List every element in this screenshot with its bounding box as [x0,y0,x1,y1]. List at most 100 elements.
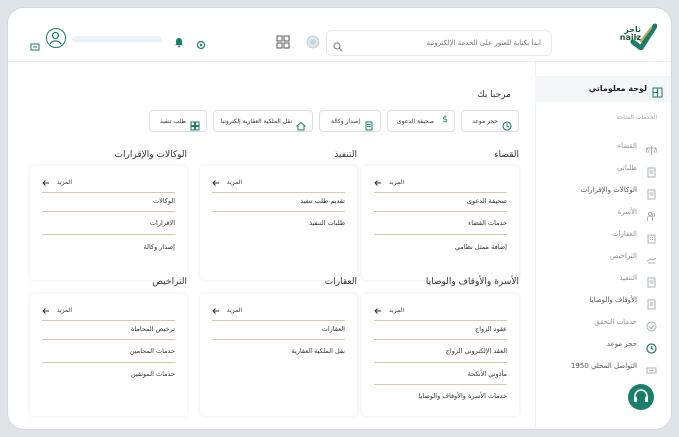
sidebar-section-label: الخدمات المتاحة [616,114,657,121]
card-item[interactable]: تقديم طلب تنفيذ [300,197,345,205]
section-title-licenses: التراخيص [152,277,187,287]
more-link[interactable]: المزيد [212,179,242,187]
card-licenses: المزيد ترخيص المحاماة خدمات المحامين خدم… [30,294,187,416]
card-item[interactable]: الإقرارات [150,219,175,227]
sidebar-item-real-estate[interactable]: العقارات [535,226,671,244]
quick-action-lawsuit[interactable]: $ صحيفة الدعوى [387,110,455,132]
sidebar-item-judiciary[interactable]: القضاء [535,138,671,156]
more-link[interactable]: المزيد [42,179,72,187]
divider [374,362,507,363]
grid-icon [190,116,200,135]
sidebar-item-verification[interactable]: خدمات التحقق [535,314,671,332]
arrow-left-icon [374,308,381,314]
quick-action-appointment[interactable]: حجز موعد [461,110,519,132]
section-title-judiciary: القضاء [494,150,519,160]
arrow-left-icon [374,180,381,186]
arrow-left-icon [42,308,49,314]
more-link[interactable]: المزيد [42,307,72,315]
more-label: المزيد [226,307,242,314]
sidebar-item-appointment[interactable]: حجز موعد [535,336,671,354]
more-link[interactable]: المزيد [374,179,404,187]
card-item[interactable]: مأذوني الأنكحة [468,370,507,378]
user-name-placeholder [72,36,162,42]
phone-icon [646,361,657,374]
apps-grid-icon[interactable] [276,34,290,53]
more-label: المزيد [388,179,404,186]
card-item[interactable]: صحيفة الدعوى [467,197,507,205]
card-execution: المزيد تقديم طلب تنفيذ طلبات التنفيذ [200,166,357,280]
section-title-execution: التنفيذ [334,150,357,160]
chat-support-button[interactable] [628,384,654,410]
arrow-left-icon [42,180,49,186]
building-icon [646,229,657,244]
headset-icon [634,389,648,402]
card-item[interactable]: خدمات القضاء [468,219,507,227]
divider [42,339,175,340]
sidebar: لوحة معلوماتي الخدمات المتاحة القضاء طلب… [535,62,671,429]
quick-action-property-transfer[interactable]: نقل الملكية العقارية إلكترونيا [213,110,313,132]
more-link[interactable]: المزيد [212,307,242,315]
avatar[interactable] [46,28,66,48]
card-item[interactable]: إصدار وكالة [144,243,175,251]
sidebar-item-endowments[interactable]: الأوقاف والوصايا [535,292,671,310]
dollar-icon: $ [442,115,448,125]
card-item[interactable]: نقل الملكية العقارية [291,347,345,355]
card-real-estate: المزيد العقارات نقل الملكية العقارية [200,294,357,416]
quick-action-execution-request[interactable]: طلب تنفيذ [149,110,207,132]
logout-icon[interactable] [30,36,40,55]
card-item[interactable]: ترخيص المحاماة [131,325,175,333]
more-label: المزيد [56,307,72,314]
quick-action-label: طلب تنفيذ [159,118,186,125]
more-link[interactable]: المزيد [374,307,404,315]
sidebar-item-licenses[interactable]: التراخيص [535,248,671,266]
search-input[interactable] [351,31,541,55]
card-item[interactable]: عقود الزواج [475,325,507,333]
quick-action-issue-agency[interactable]: إصدار وكالة [319,110,381,132]
card-item[interactable]: العقارات [322,325,345,333]
settings-icon[interactable] [196,35,206,54]
welcome-heading: مرحبا بك [477,90,511,100]
divider [42,192,175,193]
logo-latin: najiz [619,33,641,42]
section-title-agencies: الوكالات والإقرارات [114,150,187,160]
sidebar-item-family[interactable]: الأسرة [535,204,671,222]
divider [374,192,507,193]
card-item[interactable]: الوكالات [153,197,175,205]
arrow-left-icon [212,308,219,314]
section-title-family: الأسرة والأوقاف والوصايا [425,277,519,287]
card-family: المزيد عقود الزواج العقد الإلكتروني الزو… [362,294,519,416]
divider [42,234,175,235]
globe-icon[interactable] [306,34,320,53]
card-item[interactable]: العقد الإلكتروني الزواج [446,347,507,355]
divider [374,211,507,212]
sidebar-item-label: التنفيذ [619,274,637,282]
card-item[interactable]: خدمات المحامين [130,347,175,355]
dashboard-icon [652,83,663,102]
divider [374,339,507,340]
card-item[interactable]: خدمات الموثقين [131,370,175,378]
logo-text: ناجز najiz [620,26,641,42]
sidebar-item-requests[interactable]: طلباتي [535,160,671,178]
sidebar-item-label: الأوقاف والوصايا [589,296,637,304]
search-icon[interactable] [333,37,343,56]
sidebar-item-label: حجز موعد [606,340,637,348]
sidebar-item-contact[interactable]: التواصل المحلي 1950 [535,358,671,376]
divider [212,320,345,321]
sidebar-item-dashboard[interactable]: لوحة معلوماتي [535,76,671,102]
clock-icon [502,116,512,135]
check-icon [646,317,657,332]
card-item[interactable]: إضافة ممثل نظامي [455,243,507,251]
quick-action-label: إصدار وكالة [330,118,360,125]
document-icon [646,163,657,178]
card-item[interactable]: طلبات التنفيذ [309,219,345,227]
sidebar-item-execution[interactable]: التنفيذ [535,270,671,288]
more-label: المزيد [388,307,404,314]
bell-icon[interactable] [174,33,184,52]
sidebar-item-label: الوكالات والإقرارات [580,186,637,194]
sidebar-item-agencies[interactable]: الوكالات والإقرارات [535,182,671,200]
app-window: ناجز najiz ابدأ بكتابة للعثور على الخدمة… [8,8,671,429]
sidebar-item-label: القضاء [617,142,637,150]
card-item[interactable]: خدمات الأسرة والأوقاف والوصايا [419,392,507,400]
search-box[interactable] [326,30,552,56]
sidebar-dashboard-label: لوحة معلوماتي [588,84,647,93]
